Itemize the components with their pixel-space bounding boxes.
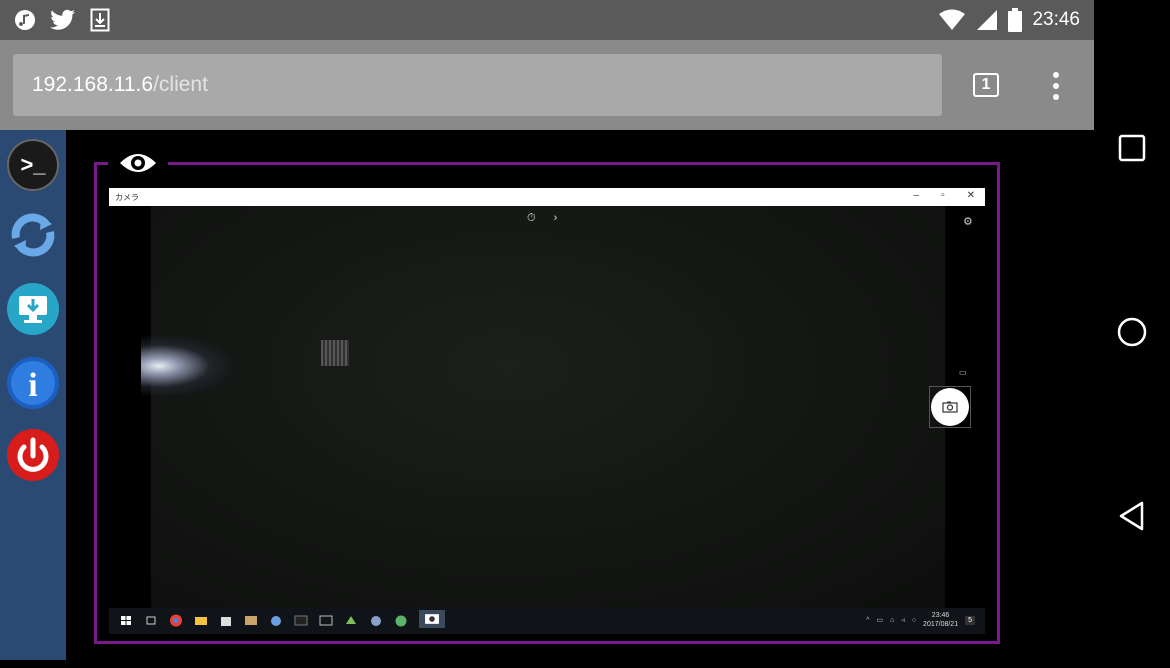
info-icon: i	[7, 357, 59, 409]
photo-app-icon[interactable]	[244, 614, 258, 627]
photo-shutter-button[interactable]	[929, 386, 971, 428]
browser-toolbar: 192.168.11.6/client 1	[0, 40, 1094, 130]
remote-screen[interactable]: カメラ – ▫ ✕ ⏱ › ⚙ ▭ ^ ▭ ⌂ ◃ ○ 23:46 2017/0…	[109, 188, 985, 634]
window-app-icon[interactable]	[319, 614, 333, 627]
status-bar: 23:46	[0, 0, 1094, 40]
camera-taskbar-icon[interactable]	[419, 610, 445, 628]
tray-network-icon[interactable]: ▭	[876, 616, 883, 624]
camera-icon	[942, 401, 958, 413]
tab-switcher-button[interactable]: 1	[973, 73, 999, 97]
tab-count: 1	[981, 76, 991, 93]
video-mode-icon[interactable]: ▭	[959, 368, 967, 377]
home-circle-icon[interactable]	[1116, 316, 1148, 348]
chrome-icon[interactable]	[169, 614, 183, 627]
globe-icon[interactable]	[394, 614, 408, 627]
windows-taskbar: ^ ▭ ⌂ ◃ ○ 23:46 2017/08/21 5	[109, 608, 985, 634]
download-icon	[90, 8, 110, 32]
power-button[interactable]	[6, 428, 60, 482]
twitter-icon	[50, 9, 76, 31]
tray-clock-icon[interactable]: ○	[912, 617, 916, 624]
status-time: 23:46	[1032, 9, 1080, 30]
url-text[interactable]: 192.168.11.6/client	[32, 73, 208, 97]
bright-patch	[321, 340, 349, 366]
task-view-icon[interactable]	[144, 614, 158, 627]
sidebar: >_ i	[0, 130, 66, 660]
maximize-button[interactable]: ▫	[941, 190, 945, 201]
light-flare	[141, 336, 231, 396]
tray-ime-icon[interactable]: ⌂	[890, 617, 894, 624]
settings-gear-icon[interactable]: ⚙	[963, 215, 973, 228]
tray-volume-icon[interactable]: ◃	[901, 616, 905, 624]
monitor-download-icon	[7, 283, 59, 335]
camera-preview	[141, 206, 945, 608]
recents-square-icon[interactable]	[1118, 134, 1146, 162]
terminal-app-icon[interactable]	[294, 614, 308, 627]
tray-chevron-icon[interactable]: ^	[866, 617, 869, 624]
terminal-button[interactable]: >_	[6, 138, 60, 192]
remote-window-titlebar: カメラ – ▫ ✕	[109, 188, 985, 206]
remote-window-title: カメラ	[115, 193, 139, 202]
notification-badge[interactable]: 5	[965, 615, 975, 625]
windows-start-icon[interactable]	[119, 614, 133, 627]
file-explorer-icon[interactable]	[194, 614, 208, 627]
back-triangle-icon[interactable]	[1118, 500, 1146, 532]
battery-icon	[1008, 8, 1023, 32]
close-button[interactable]: ✕	[967, 190, 975, 201]
power-icon	[7, 429, 59, 481]
terminal-label: >_	[20, 152, 46, 177]
url-path: /client	[153, 73, 208, 96]
url-host: 192.168.11.6	[32, 73, 154, 96]
wifi-icon	[938, 9, 966, 31]
game-icon[interactable]	[344, 614, 358, 627]
refresh-button[interactable]	[6, 208, 60, 262]
android-nav-bar	[1094, 0, 1170, 668]
eye-icon[interactable]	[108, 148, 168, 178]
chevron-right-icon[interactable]: ›	[554, 212, 558, 225]
download-screen-button[interactable]	[6, 282, 60, 336]
refresh-icon	[11, 213, 55, 257]
minimize-button[interactable]: –	[914, 190, 920, 201]
info-label: i	[28, 367, 37, 404]
camera-top-controls: ⏱ ›	[527, 212, 557, 225]
timer-icon[interactable]: ⏱	[527, 212, 536, 225]
store-icon[interactable]	[219, 614, 233, 627]
taskbar-clock[interactable]: 23:46 2017/08/21	[923, 611, 958, 629]
info-button[interactable]: i	[6, 356, 60, 410]
overflow-menu-icon[interactable]	[1046, 72, 1066, 100]
paint-icon[interactable]	[269, 614, 283, 627]
signal-icon	[976, 9, 998, 31]
clock-time: 23:46	[931, 612, 950, 619]
palette-icon[interactable]	[369, 614, 383, 627]
terminal-icon: >_	[7, 139, 59, 191]
music-app-icon	[14, 9, 36, 31]
url-bar[interactable]: 192.168.11.6/client	[13, 54, 942, 116]
clock-date: 2017/08/21	[923, 621, 959, 628]
